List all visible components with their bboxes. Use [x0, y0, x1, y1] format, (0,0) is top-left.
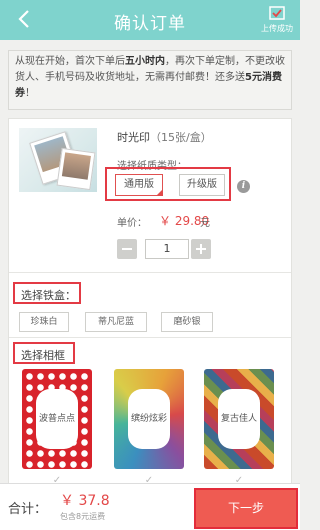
frame-option-label: 波普点点 [36, 389, 78, 449]
product-spec: （15张/盒） [150, 131, 212, 144]
info-icon[interactable]: i [237, 180, 250, 193]
page-title: 确认订单 [114, 14, 186, 34]
unit-price-unit: 元 [200, 218, 210, 229]
unit-price-label: 单价： [117, 218, 147, 229]
upload-success-icon [269, 6, 285, 20]
frame-option-vintage[interactable]: 复古佳人 [204, 369, 274, 469]
frame-option-pop-dots[interactable]: 波普点点 [22, 369, 92, 469]
divider [9, 272, 291, 273]
tin-box-label: 选择铁盒： [21, 289, 76, 302]
selected-corner-icon [156, 189, 163, 196]
notice-text: 从现在开始，首次下单后 [15, 56, 125, 67]
total-label: 合计： [8, 502, 48, 517]
notice-text: ！ [25, 88, 35, 99]
product-name: 时光印（15张/盒） [117, 129, 212, 145]
quantity-input[interactable]: 1 [145, 239, 189, 259]
promo-notice: 从现在开始，首次下单后五小时内，再次下单定制，不更改收货人、手机号码及收货地址，… [8, 50, 292, 110]
paper-option-upgrade[interactable]: 升级版 [179, 174, 225, 196]
order-card: 时光印（15张/盒） 选择纸质类型： 通用版 升级版 i 单价： ￥ 29.80… [8, 118, 292, 530]
frame-option-colorful[interactable]: 缤纷炫彩 [114, 369, 184, 469]
header-bar: 确认订单 上传成功 [0, 0, 300, 40]
checkout-footer: 合计： ￥ 37.8 包含8元运费 下一步 [0, 483, 300, 530]
frame-option-label: 复古佳人 [218, 389, 260, 449]
paper-option-standard[interactable]: 通用版 [115, 174, 163, 196]
shipping-note: 包含8元运费 [60, 512, 106, 521]
notice-highlight-time: 五小时内 [125, 56, 165, 67]
tin-option-matte-silver[interactable]: 磨砂银 [161, 312, 213, 332]
upload-status-button[interactable]: 上传成功 [260, 4, 294, 34]
paper-option-label: 通用版 [124, 179, 154, 190]
quantity-decrease-button[interactable] [117, 239, 137, 259]
divider [9, 337, 291, 338]
frame-label: 选择相框 [21, 349, 65, 362]
frame-option-label: 缤纷炫彩 [128, 389, 170, 449]
tin-option-pearl-white[interactable]: 珍珠白 [19, 312, 69, 332]
next-step-button[interactable]: 下一步 [194, 488, 298, 529]
product-title: 时光印 [117, 131, 150, 144]
product-thumbnail [19, 128, 97, 192]
tin-option-tiffany-blue[interactable]: 蒂凡尼蓝 [85, 312, 147, 332]
total-price: ￥ 37.8 [60, 493, 110, 509]
upload-status-label: 上传成功 [261, 24, 293, 33]
paper-option-label: 升级版 [187, 179, 217, 190]
quantity-increase-button[interactable] [191, 239, 211, 259]
